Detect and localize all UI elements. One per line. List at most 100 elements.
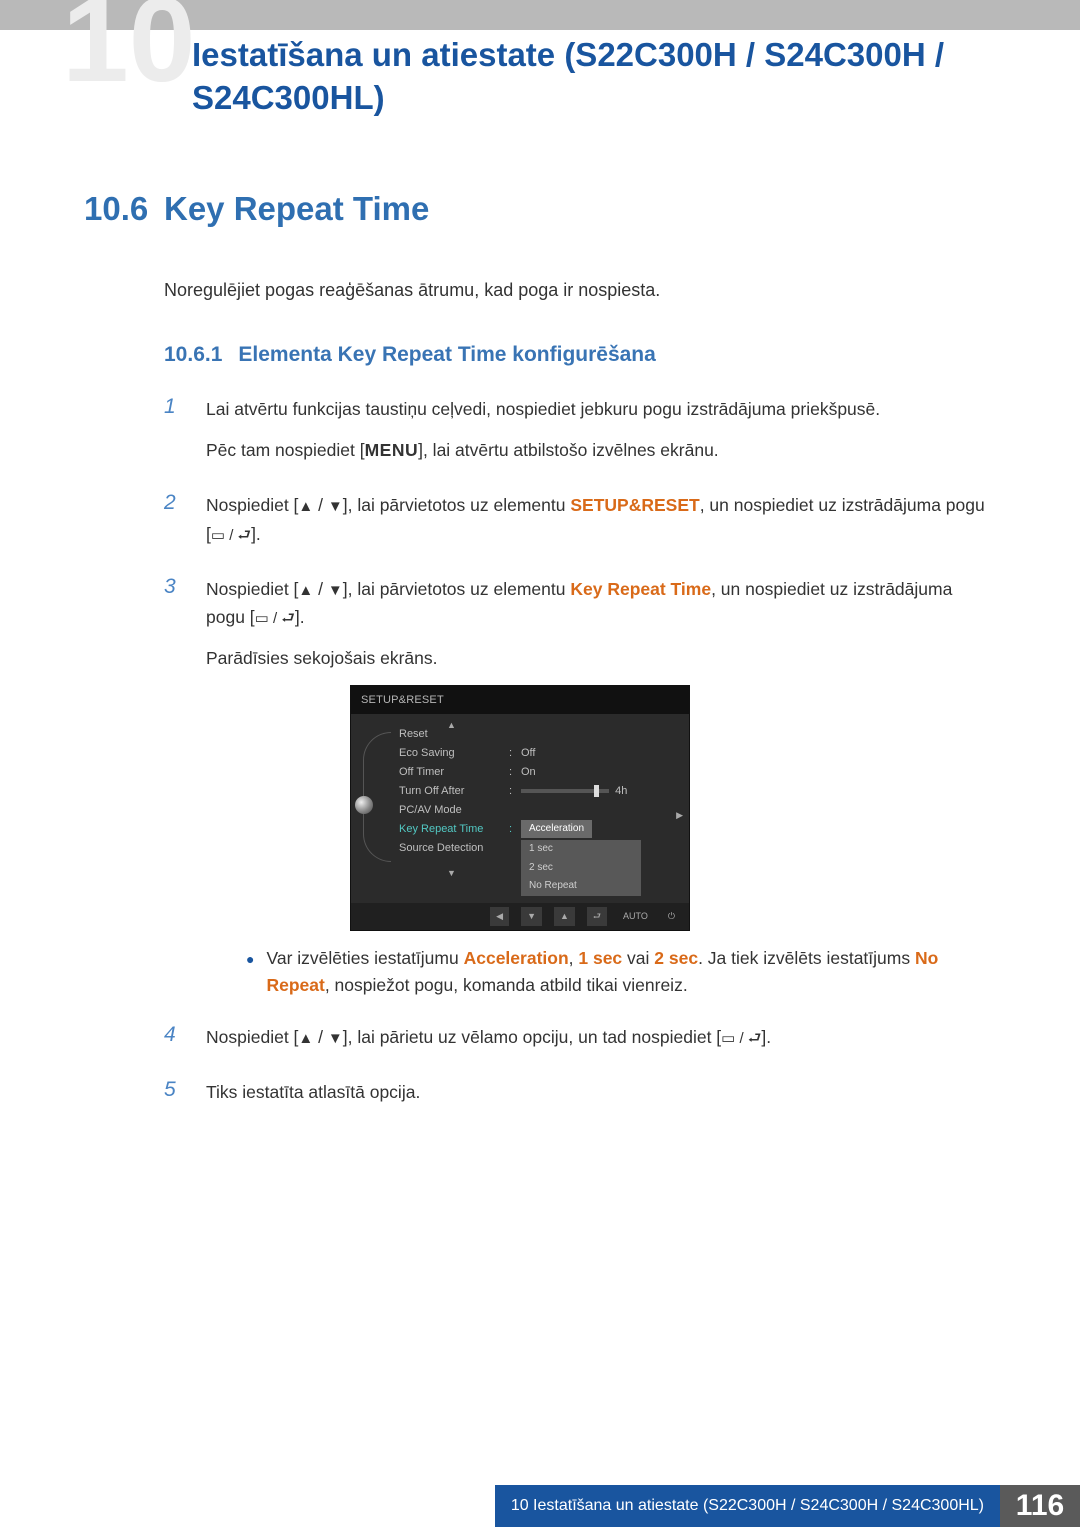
osd-enter-icon: ⮐ — [587, 907, 607, 926]
osd-label-krt: Key Repeat Time — [399, 820, 509, 838]
osd-scroll-up-icon: ▲ — [447, 718, 456, 733]
osd-row-turnoff: Turn Off After: 4h — [399, 781, 679, 800]
step-4-tail: ]. — [761, 1027, 771, 1047]
osd-row-pcav: PC/AV Mode — [399, 800, 679, 819]
step-2: 2 Nospiediet [▲ / ▼], lai pārvietotos uz… — [164, 491, 989, 561]
bullet-or: vai — [622, 948, 654, 968]
steps-list: 1 Lai atvērtu funkcijas taustiņu ceļvedi… — [164, 395, 989, 1119]
osd-option-2sec: 2 sec — [521, 859, 641, 878]
box-enter-icon: ▭ / ⮐ — [211, 524, 251, 549]
section-intro-text: Noregulējiet pogas reaģēšanas ātrumu, ka… — [164, 280, 989, 301]
step-3-mid: ], lai pārvietotos uz elementu — [343, 579, 571, 599]
osd-row-eco: Eco Saving:Off — [399, 743, 679, 762]
osd-selected-option: Acceleration — [521, 820, 592, 839]
step-4-body: Nospiediet [▲ / ▼], lai pārietu uz vēlam… — [206, 1023, 989, 1064]
step-4-pre: Nospiediet [ — [206, 1027, 298, 1047]
osd-power-icon: ⏻ — [664, 907, 679, 926]
section-header: 10.6 Key Repeat Time — [84, 190, 989, 228]
osd-row-offtimer: Off Timer:On — [399, 762, 679, 781]
arrow-up-icon: ▲ — [298, 579, 313, 604]
step-3-postline: Parādīsies sekojošais ekrāns. — [206, 644, 989, 673]
step-3: 3 Nospiediet [▲ / ▼], lai pārvietotos uz… — [164, 575, 989, 1010]
step-1-line2-post: ], lai atvērtu atbilstošo izvēlnes ekrān… — [418, 440, 719, 460]
step-3-number: 3 — [164, 575, 188, 1010]
step-5-number: 5 — [164, 1078, 188, 1119]
osd-option-norepeat: No Repeat — [521, 877, 641, 896]
chapter-number-watermark: 10 — [62, 0, 195, 100]
osd-option-1sec: 1 sec — [521, 840, 641, 859]
step-4: 4 Nospiediet [▲ / ▼], lai pārietu uz vēl… — [164, 1023, 989, 1064]
osd-screenshot: SETUP&RESET ▲ ▶ Reset Eco Saving:Off Off… — [350, 685, 690, 931]
box-enter-icon: ▭ / ⮐ — [721, 1027, 761, 1052]
chapter-title: Iestatīšana un atiestate (S22C300H / S24… — [192, 34, 1012, 120]
step-1-number: 1 — [164, 395, 188, 477]
step-3-bullet: ● Var izvēlēties iestatījumu Acceleratio… — [246, 945, 989, 999]
step-5: 5 Tiks iestatīta atlasītā opcija. — [164, 1078, 989, 1119]
osd-title: SETUP&RESET — [351, 686, 689, 714]
osd-back-icon: ◀ — [490, 907, 509, 926]
arrow-down-icon: ▼ — [328, 1027, 343, 1052]
step-1-line1: Lai atvērtu funkcijas taustiņu ceļvedi, … — [206, 395, 989, 424]
osd-val-offtimer: On — [521, 763, 679, 781]
page-content: 10.6 Key Repeat Time Noregulējiet pogas … — [84, 180, 989, 1133]
bullet-post2: , nospiežot pogu, komanda atbild tikai v… — [325, 975, 688, 995]
osd-label-turnoff: Turn Off After — [399, 782, 509, 800]
osd-button-bar: ◀ ▼ ▲ ⮐ AUTO ⏻ — [351, 903, 689, 930]
osd-row-reset: Reset — [399, 724, 679, 743]
bullet-pre: Var izvēlēties iestatījumu — [266, 948, 463, 968]
step-2-accent: SETUP&RESET — [570, 495, 699, 515]
osd-val-turnoff: 4h — [521, 782, 679, 800]
osd-scroll-down-icon: ▼ — [447, 866, 456, 881]
step-2-number: 2 — [164, 491, 188, 561]
step-3-body: Nospiediet [▲ / ▼], lai pārvietotos uz e… — [206, 575, 989, 1010]
step-2-tail: ]. — [251, 524, 261, 544]
step-2-mid: ], lai pārvietotos uz elementu — [343, 495, 571, 515]
step-2-text: Nospiediet [▲ / ▼], lai pārvietotos uz e… — [206, 491, 989, 549]
step-1: 1 Lai atvērtu funkcijas taustiņu ceļvedi… — [164, 395, 989, 477]
step-2-pre: Nospiediet [ — [206, 495, 298, 515]
step-5-body: Tiks iestatīta atlasītā opcija. — [206, 1078, 989, 1119]
bullet-dot-icon: ● — [246, 949, 254, 999]
arrow-down-icon: ▼ — [328, 579, 343, 604]
bullet-accent-acceleration: Acceleration — [464, 948, 569, 968]
step-1-body: Lai atvērtu funkcijas taustiņu ceļvedi, … — [206, 395, 989, 477]
section-title: Key Repeat Time — [164, 190, 429, 228]
osd-slider-icon — [521, 789, 609, 793]
bullet-comma: , — [569, 948, 579, 968]
step-5-text: Tiks iestatīta atlasītā opcija. — [206, 1078, 989, 1107]
menu-icon: MENU — [365, 440, 419, 460]
step-3-accent: Key Repeat Time — [570, 579, 711, 599]
step-2-body: Nospiediet [▲ / ▼], lai pārvietotos uz e… — [206, 491, 989, 561]
step-1-line2: Pēc tam nospiediet [MENU], lai atvērtu a… — [206, 436, 989, 465]
section-number: 10.6 — [84, 190, 164, 228]
osd-label-src: Source Detection — [399, 839, 509, 857]
bullet-accent-2sec: 2 sec — [654, 948, 698, 968]
osd-auto-label: AUTO — [619, 907, 652, 926]
subsection-number: 10.6.1 — [164, 343, 222, 367]
step-3-text: Nospiediet [▲ / ▼], lai pārvietotos uz e… — [206, 575, 989, 633]
box-enter-icon: ▭ / ⮐ — [255, 607, 295, 632]
osd-val-eco: Off — [521, 744, 679, 762]
arrow-down-icon: ▼ — [328, 495, 343, 520]
step-3-tail: ]. — [295, 607, 305, 627]
footer-page-number: 116 — [1000, 1485, 1080, 1527]
osd-dropdown-options: 1 sec 2 sec No Repeat — [521, 840, 641, 896]
bullet-text: Var izvēlēties iestatījumu Acceleration,… — [266, 945, 989, 999]
footer-text: 10 Iestatīšana un atiestate (S22C300H / … — [495, 1485, 1000, 1527]
page-footer: 10 Iestatīšana un atiestate (S22C300H / … — [0, 1485, 1080, 1527]
subsection-header: 10.6.1 Elementa Key Repeat Time konfigur… — [164, 343, 989, 367]
osd-label-eco: Eco Saving — [399, 744, 509, 762]
osd-label-pcav: PC/AV Mode — [399, 801, 509, 819]
bullet-post1: . Ja tiek izvēlēts iestatījums — [698, 948, 915, 968]
osd-up-icon: ▲ — [554, 907, 575, 926]
step-4-mid: ], lai pārietu uz vēlamo opciju, un tad … — [343, 1027, 721, 1047]
arrow-up-icon: ▲ — [298, 1027, 313, 1052]
osd-label-offtimer: Off Timer — [399, 763, 509, 781]
bullet-accent-1sec: 1 sec — [578, 948, 622, 968]
arrow-up-icon: ▲ — [298, 495, 313, 520]
step-1-line2-pre: Pēc tam nospiediet [ — [206, 440, 365, 460]
subsection-title: Elementa Key Repeat Time konfigurēšana — [238, 343, 655, 367]
osd-turnoff-value: 4h — [615, 785, 627, 797]
step-3-pre: Nospiediet [ — [206, 579, 298, 599]
step-4-number: 4 — [164, 1023, 188, 1064]
